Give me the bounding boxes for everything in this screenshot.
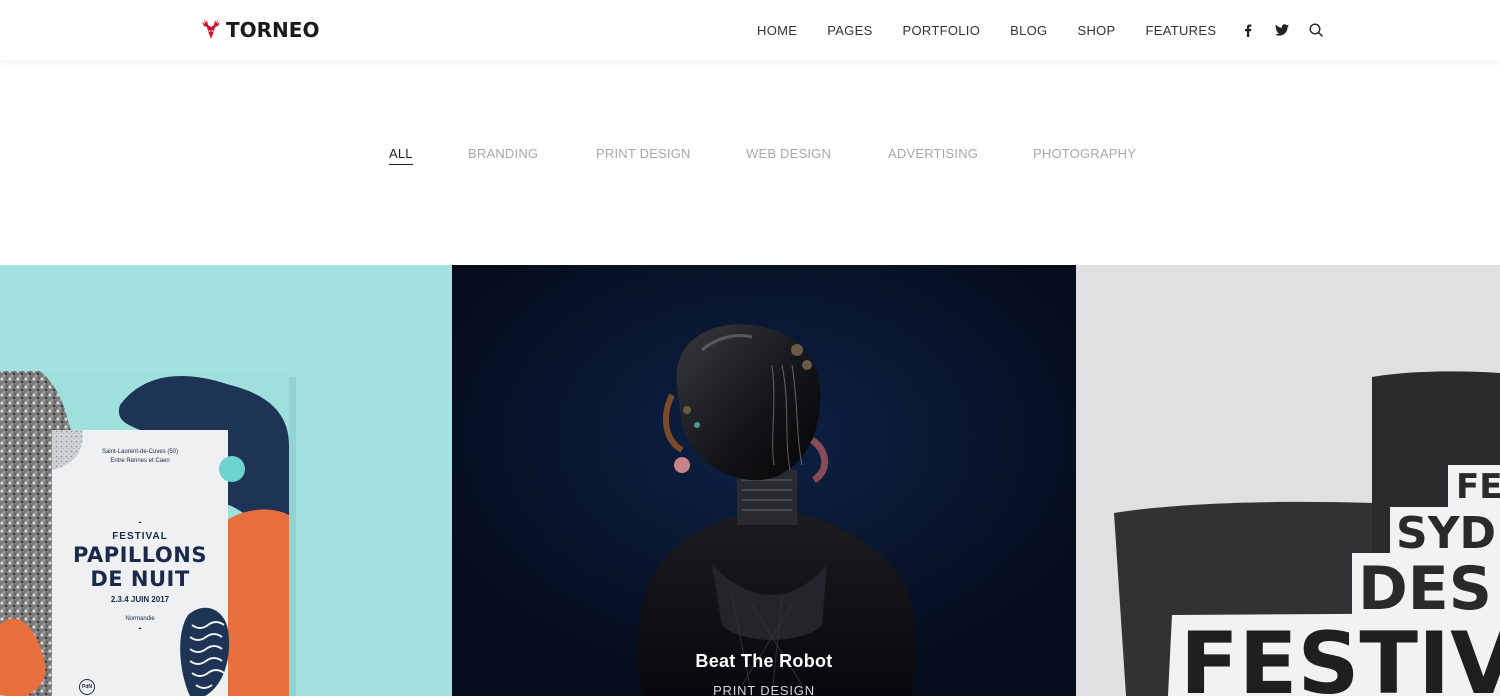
portfolio-item-festival-book[interactable]: FE SYD DES FESTIV: [1076, 265, 1500, 696]
book-word-1: FE: [1456, 467, 1500, 507]
nav-item-blog[interactable]: BLOG: [995, 23, 1062, 38]
poster-badge: PdN: [79, 679, 95, 695]
logo[interactable]: TORNEO: [200, 16, 319, 44]
poster-title-line2: DE NUIT: [90, 567, 190, 591]
book-word-4: FESTIV: [1180, 614, 1500, 696]
site-header: TORNEO HOME PAGES PORTFOLIO BLOG SHOP FE…: [0, 0, 1500, 60]
poster-festival: FESTIVAL: [112, 531, 168, 542]
logo-text: TORNEO: [226, 18, 320, 42]
nav-item-home[interactable]: HOME: [742, 23, 812, 38]
portfolio-item-papillons[interactable]: Saint-Laurent-de-Cuves (50) Entre Rennes…: [0, 265, 452, 696]
portfolio-grid: Saint-Laurent-de-Cuves (50) Entre Rennes…: [0, 265, 1500, 696]
facebook-icon[interactable]: [1238, 20, 1258, 40]
portfolio-item-beat-the-robot[interactable]: Beat The Robot PRINT DESIGN: [452, 265, 1076, 696]
search-icon[interactable]: [1306, 20, 1326, 40]
poster-separator: -: [138, 517, 142, 528]
poster-text: Saint-Laurent-de-Cuves (50) Entre Rennes…: [52, 430, 228, 634]
filter-photography[interactable]: PHOTOGRAPHY: [1033, 146, 1136, 161]
poster-separator-bottom: -: [138, 623, 142, 634]
nav-item-features[interactable]: FEATURES: [1131, 23, 1232, 38]
poster-title-line1: PAPILLONS: [73, 543, 207, 567]
twitter-icon[interactable]: [1272, 20, 1292, 40]
filter-all[interactable]: ALL: [389, 146, 413, 165]
deer-logo-icon: [202, 19, 220, 39]
nav-item-pages[interactable]: PAGES: [812, 23, 887, 38]
filter-advertising[interactable]: ADVERTISING: [888, 146, 978, 161]
main-nav: HOME PAGES PORTFOLIO BLOG SHOP FEATURES: [742, 0, 1231, 60]
poster-location-line1: Saint-Laurent-de-Cuves (50): [101, 449, 179, 455]
header-icons: [1238, 0, 1326, 60]
portfolio-item-category: PRINT DESIGN: [713, 683, 815, 696]
nav-item-shop[interactable]: SHOP: [1062, 23, 1130, 38]
portfolio-item-title[interactable]: Beat The Robot: [452, 651, 1076, 672]
robot-artwork: [452, 265, 1076, 696]
poster-location-line2: Entre Rennes et Caen: [110, 458, 170, 464]
filter-branding[interactable]: BRANDING: [468, 146, 538, 161]
filter-print-design[interactable]: PRINT DESIGN: [596, 146, 691, 161]
poster-date: 2.3.4 JUIN 2017: [110, 595, 170, 604]
nav-item-portfolio[interactable]: PORTFOLIO: [888, 23, 996, 38]
book-word-2: SYD: [1396, 508, 1497, 559]
portfolio-filters: ALL BRANDING PRINT DESIGN WEB DESIGN ADV…: [0, 140, 1500, 170]
filter-web-design[interactable]: WEB DESIGN: [746, 146, 831, 161]
book-word-3: DES: [1358, 554, 1493, 624]
